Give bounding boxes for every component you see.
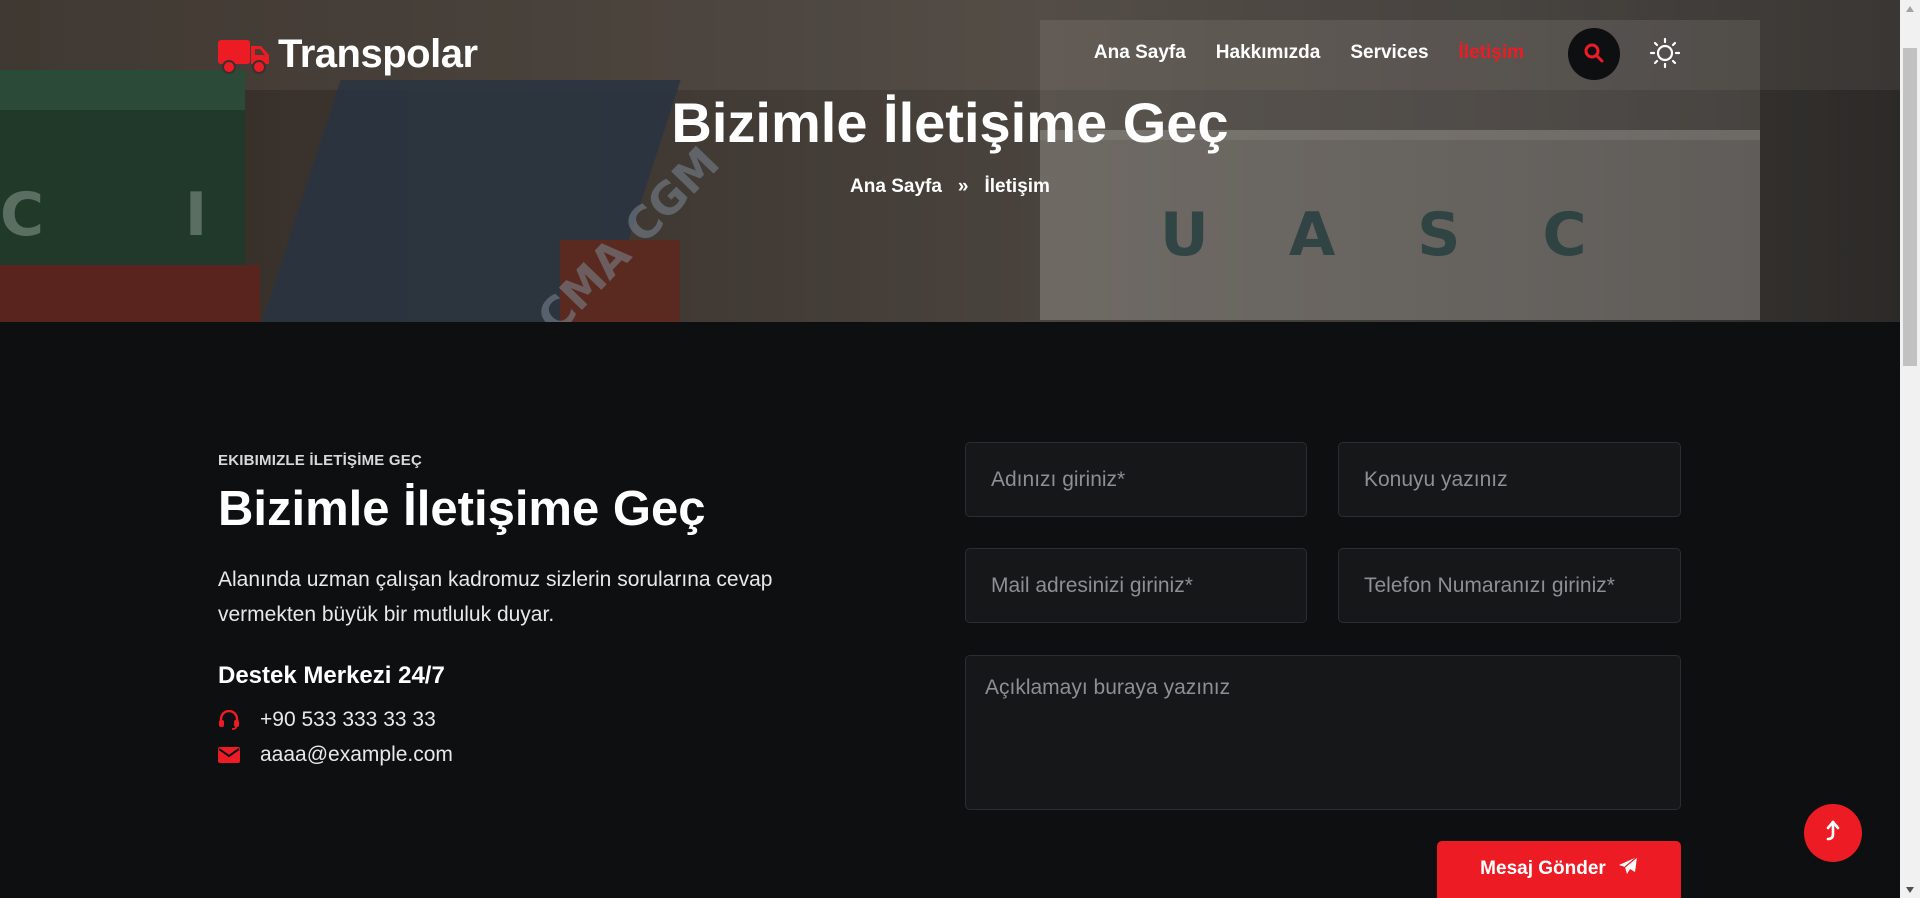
- envelope-icon: [218, 744, 240, 766]
- nav-item-contact[interactable]: İletişim: [1459, 42, 1524, 64]
- breadcrumb-current: İletişim: [984, 176, 1050, 197]
- sun-icon: [1649, 37, 1681, 74]
- truck-icon: [218, 36, 270, 74]
- message-field[interactable]: [965, 655, 1681, 810]
- email-address[interactable]: aaaa@example.com: [260, 743, 453, 767]
- arrow-up-icon: [1825, 820, 1841, 847]
- breadcrumb: Ana Sayfa » İletişim: [0, 176, 1900, 198]
- search-icon: [1584, 43, 1604, 66]
- scroll-up-arrow-icon[interactable]: [1900, 0, 1920, 17]
- phone-field[interactable]: [1338, 548, 1681, 623]
- brand-name: Transpolar: [278, 32, 478, 76]
- nav-item-about[interactable]: Hakkımızda: [1216, 42, 1321, 64]
- container-image-red: [0, 265, 260, 322]
- nav-item-services[interactable]: Services: [1350, 42, 1428, 64]
- container-lettering-image: UASC: [1160, 200, 1669, 270]
- phone-number[interactable]: +90 533 333 33 33: [260, 708, 436, 732]
- send-button-label: Mesaj Gönder: [1480, 858, 1606, 879]
- section-description: Alanında uzman çalışan kadromuz sizlerin…: [218, 568, 773, 626]
- section-eyebrow: EKIBIMIZLE İLETİŞİME GEÇ: [218, 452, 422, 469]
- name-field[interactable]: [965, 442, 1307, 517]
- email-field[interactable]: [965, 548, 1307, 623]
- scroll-to-top-button[interactable]: [1804, 804, 1862, 862]
- page-title: Bizimle İletişime Geç: [671, 91, 1229, 154]
- breadcrumb-separator: »: [957, 176, 969, 197]
- support-center-title: Destek Merkezi 24/7: [218, 662, 445, 689]
- headset-icon: [218, 709, 240, 731]
- breadcrumb-home[interactable]: Ana Sayfa: [850, 176, 942, 197]
- nav-item-home[interactable]: Ana Sayfa: [1094, 42, 1186, 64]
- contact-phone: +90 533 333 33 33: [218, 708, 436, 732]
- search-button[interactable]: [1568, 28, 1620, 80]
- paper-plane-icon: [1618, 856, 1638, 882]
- site-logo[interactable]: Transpolar: [218, 32, 478, 77]
- section-title: Bizimle İletişime Geç: [218, 482, 706, 536]
- theme-toggle-button[interactable]: [1648, 37, 1682, 74]
- contact-email: aaaa@example.com: [218, 743, 453, 767]
- send-message-button[interactable]: Mesaj Gönder: [1437, 841, 1681, 898]
- main-nav: Ana Sayfa Hakkımızda Services İletişim: [1094, 42, 1524, 64]
- subject-field[interactable]: [1338, 442, 1681, 517]
- scroll-down-arrow-icon[interactable]: [1900, 881, 1920, 898]
- scrollbar-thumb[interactable]: [1903, 48, 1917, 366]
